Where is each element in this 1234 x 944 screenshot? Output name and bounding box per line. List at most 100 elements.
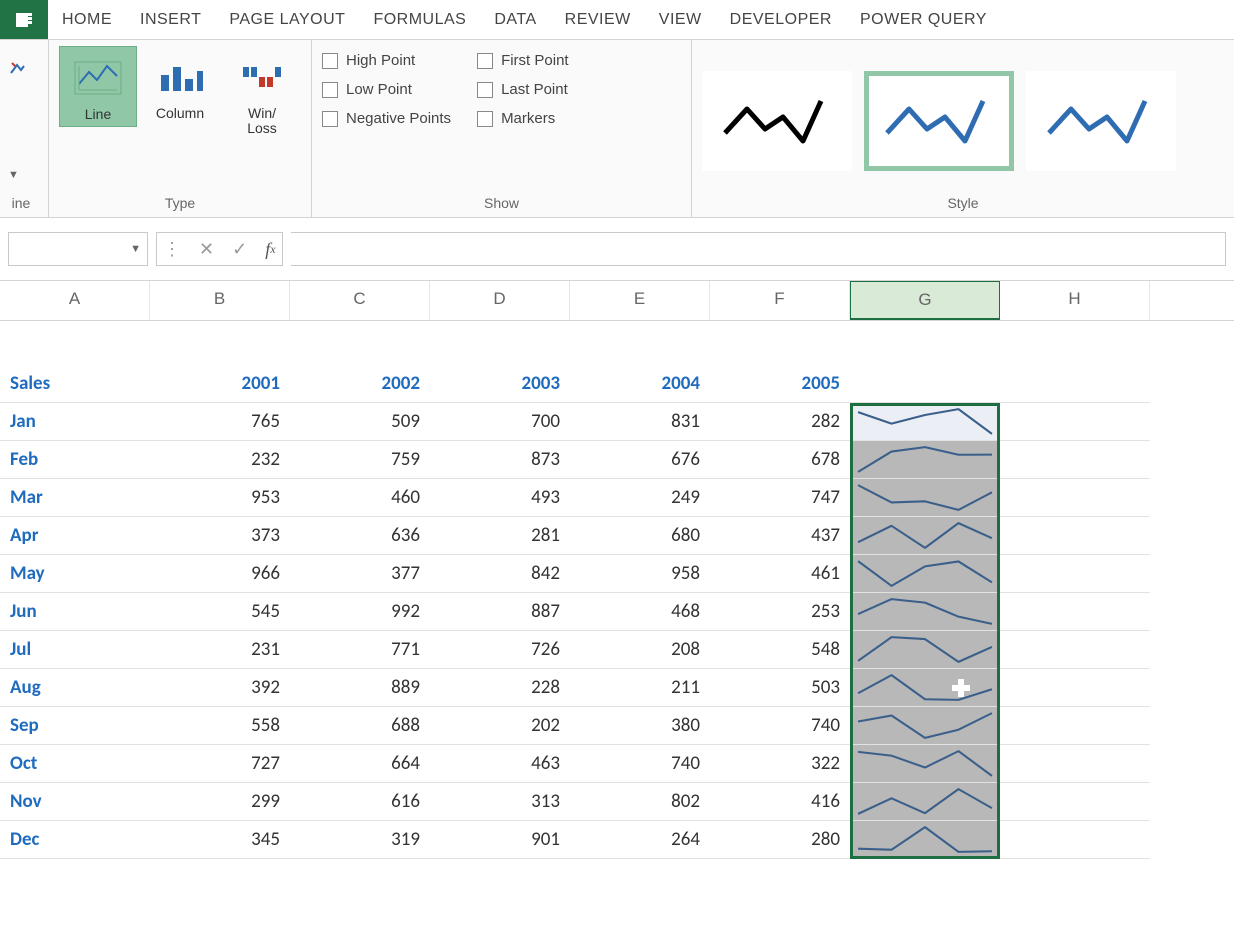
cell-value[interactable]: 460 xyxy=(290,479,430,517)
cell-empty[interactable] xyxy=(1000,631,1150,669)
ribbon-tab-insert[interactable]: INSERT xyxy=(126,0,215,39)
sparkline-style-0[interactable] xyxy=(702,71,852,171)
cell-value[interactable]: 380 xyxy=(570,707,710,745)
cell-year-2002[interactable]: 2002 xyxy=(290,365,430,403)
cell-value[interactable]: 202 xyxy=(430,707,570,745)
sparkline-cell[interactable] xyxy=(850,441,1000,479)
cell-value[interactable]: 281 xyxy=(430,517,570,555)
cell-value[interactable]: 509 xyxy=(290,403,430,441)
cell-value[interactable]: 208 xyxy=(570,631,710,669)
cell-value[interactable]: 678 xyxy=(710,441,850,479)
cell-value[interactable]: 901 xyxy=(430,821,570,859)
sparkline-cell[interactable] xyxy=(850,631,1000,669)
sparkline-cell[interactable] xyxy=(850,403,1000,441)
cell-year-2004[interactable]: 2004 xyxy=(570,365,710,403)
sparkline-cell[interactable] xyxy=(850,745,1000,783)
check-high-point[interactable]: High Point xyxy=(322,52,451,69)
cell-value[interactable]: 264 xyxy=(570,821,710,859)
cell-value[interactable]: 616 xyxy=(290,783,430,821)
cell-value[interactable]: 416 xyxy=(710,783,850,821)
cell-empty[interactable] xyxy=(1000,707,1150,745)
cell-month-jun[interactable]: Jun xyxy=(0,593,150,631)
cell-value[interactable]: 461 xyxy=(710,555,850,593)
cell-value[interactable]: 232 xyxy=(150,441,290,479)
chevron-down-icon[interactable]: ▼ xyxy=(8,169,19,181)
column-header-E[interactable]: E xyxy=(570,281,710,320)
sparkline-type-winloss[interactable]: Win/ Loss xyxy=(223,46,301,141)
cell-value[interactable]: 211 xyxy=(570,669,710,707)
cell-value[interactable]: 231 xyxy=(150,631,290,669)
cell-value[interactable]: 740 xyxy=(570,745,710,783)
cell-year-2001[interactable]: 2001 xyxy=(150,365,290,403)
cell-empty[interactable] xyxy=(1000,821,1150,859)
cell-empty[interactable] xyxy=(1000,321,1150,365)
sparkline-cell[interactable] xyxy=(850,707,1000,745)
sparkline-cell[interactable] xyxy=(850,517,1000,555)
file-tab[interactable] xyxy=(0,0,48,39)
cell-value[interactable]: 765 xyxy=(150,403,290,441)
sparkline-cell[interactable] xyxy=(850,783,1000,821)
cell-value[interactable]: 313 xyxy=(430,783,570,821)
cell-empty[interactable] xyxy=(1000,745,1150,783)
sparkline-style-1[interactable] xyxy=(864,71,1014,171)
enter-formula-button[interactable]: ✓ xyxy=(232,239,247,260)
cell-value[interactable]: 831 xyxy=(570,403,710,441)
ribbon-tab-data[interactable]: DATA xyxy=(480,0,550,39)
cell-value[interactable]: 280 xyxy=(710,821,850,859)
cell-value[interactable]: 889 xyxy=(290,669,430,707)
cell-value[interactable]: 958 xyxy=(570,555,710,593)
cell-value[interactable]: 676 xyxy=(570,441,710,479)
cell-empty[interactable] xyxy=(1000,365,1150,403)
chevron-down-icon[interactable]: ▼ xyxy=(130,243,141,255)
cell-value[interactable]: 842 xyxy=(430,555,570,593)
cell-year-2005[interactable]: 2005 xyxy=(710,365,850,403)
column-header-F[interactable]: F xyxy=(710,281,850,320)
cell-value[interactable]: 377 xyxy=(290,555,430,593)
cell-value[interactable]: 322 xyxy=(710,745,850,783)
sparkline-cell[interactable] xyxy=(850,593,1000,631)
cell-month-oct[interactable]: Oct xyxy=(0,745,150,783)
cell-empty[interactable] xyxy=(1000,479,1150,517)
check-markers[interactable]: Markers xyxy=(477,110,569,127)
column-header-D[interactable]: D xyxy=(430,281,570,320)
ribbon-tab-view[interactable]: VIEW xyxy=(645,0,716,39)
check-low-point[interactable]: Low Point xyxy=(322,81,451,98)
formula-more-button[interactable]: ⋮ xyxy=(163,239,181,260)
cell-empty[interactable] xyxy=(1000,593,1150,631)
cell-value[interactable]: 953 xyxy=(150,479,290,517)
sparkline-type-line[interactable]: Line xyxy=(59,46,137,127)
sparkline-cell[interactable] xyxy=(850,821,1000,859)
cell-month-feb[interactable]: Feb xyxy=(0,441,150,479)
cell-value[interactable]: 299 xyxy=(150,783,290,821)
cell-month-may[interactable]: May xyxy=(0,555,150,593)
sparkline-type-column[interactable]: Column xyxy=(141,46,219,125)
cell-value[interactable]: 437 xyxy=(710,517,850,555)
cell-value[interactable]: 493 xyxy=(430,479,570,517)
cell-empty[interactable] xyxy=(430,321,570,365)
ribbon-tab-home[interactable]: HOME xyxy=(48,0,126,39)
cell-empty[interactable] xyxy=(570,321,710,365)
cell-sales-label[interactable]: Sales xyxy=(0,365,150,403)
insert-function-button[interactable]: fx xyxy=(265,239,275,260)
cell-value[interactable]: 700 xyxy=(430,403,570,441)
cell-value[interactable]: 545 xyxy=(150,593,290,631)
cell-empty[interactable] xyxy=(290,321,430,365)
cell-value[interactable]: 249 xyxy=(570,479,710,517)
cell-empty[interactable] xyxy=(1000,441,1150,479)
cell-value[interactable]: 887 xyxy=(430,593,570,631)
cancel-formula-button[interactable]: ✕ xyxy=(199,239,214,260)
cell-month-jan[interactable]: Jan xyxy=(0,403,150,441)
cell-empty[interactable] xyxy=(1000,669,1150,707)
cell-value[interactable]: 253 xyxy=(710,593,850,631)
check-first-point[interactable]: First Point xyxy=(477,52,569,69)
cell-month-apr[interactable]: Apr xyxy=(0,517,150,555)
sparkline-style-2[interactable] xyxy=(1026,71,1176,171)
cell-value[interactable]: 228 xyxy=(430,669,570,707)
cell-value[interactable]: 726 xyxy=(430,631,570,669)
cell-value[interactable]: 688 xyxy=(290,707,430,745)
cell-empty[interactable] xyxy=(710,321,850,365)
name-box[interactable]: ▼ xyxy=(8,232,148,266)
check-negative-points[interactable]: Negative Points xyxy=(322,110,451,127)
check-last-point[interactable]: Last Point xyxy=(477,81,569,98)
cell-value[interactable]: 373 xyxy=(150,517,290,555)
